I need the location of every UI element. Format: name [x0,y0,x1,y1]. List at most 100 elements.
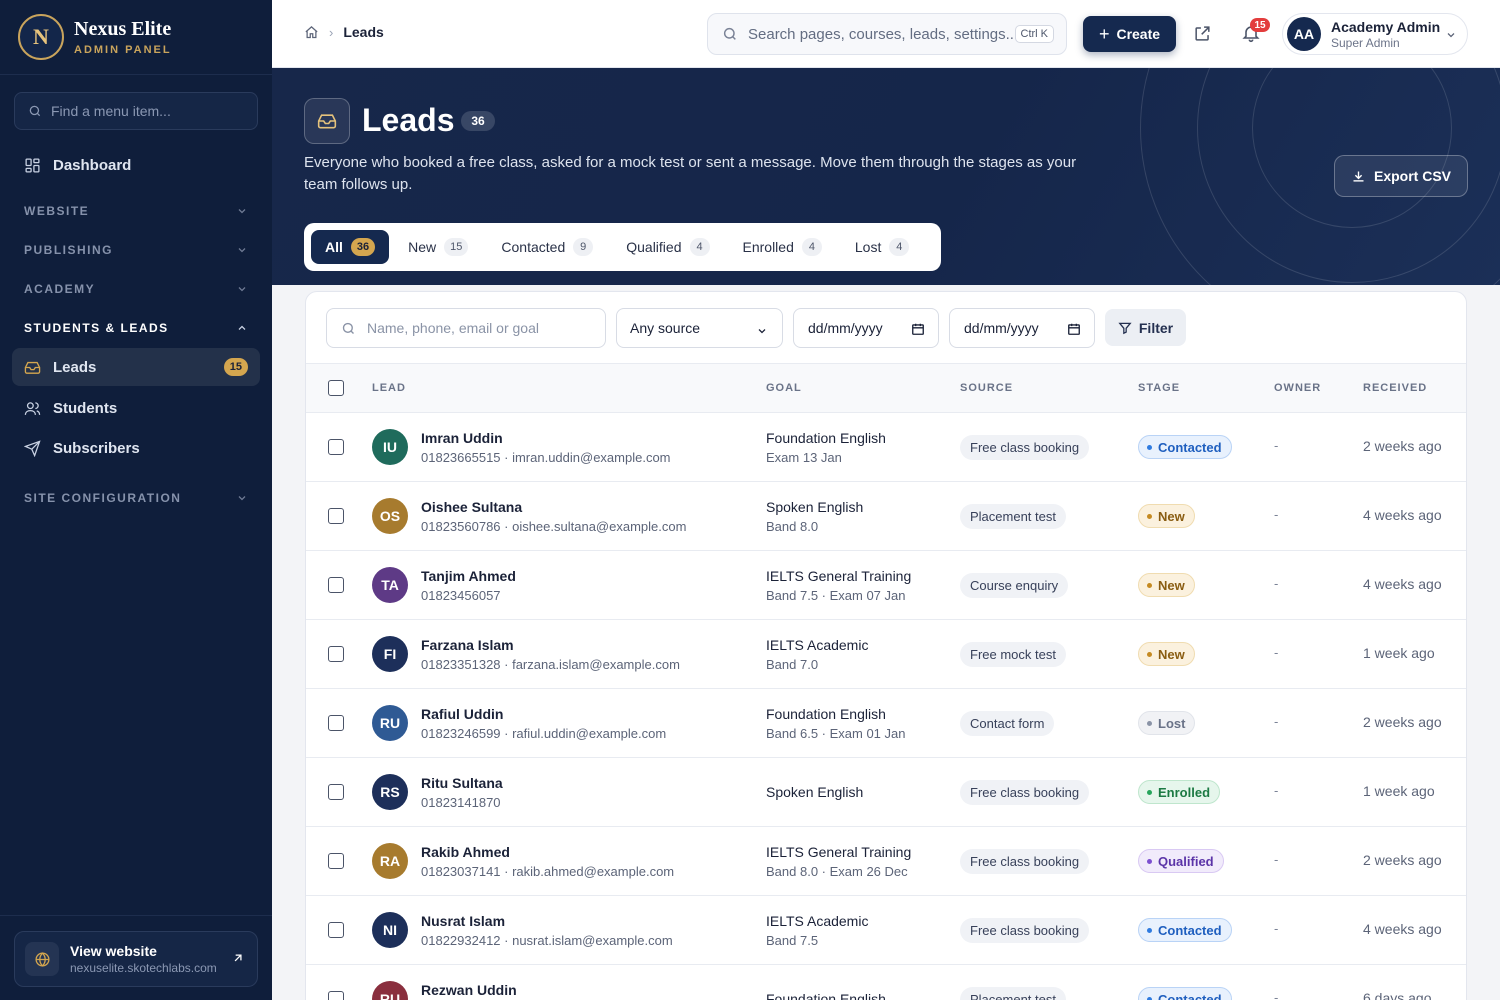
select-all-checkbox[interactable] [328,380,344,396]
inbox-icon [24,361,41,374]
sidebar-section-publishing[interactable]: PUBLISHING [24,240,248,260]
export-csv-button[interactable]: Export CSV [1334,155,1468,197]
table-row[interactable]: FI Farzana Islam 01823351328 · farzana.isl… [306,620,1466,689]
tab-enrolled[interactable]: Enrolled 4 [729,230,836,264]
date-from-input[interactable]: dd/mm/yyyy [793,308,939,348]
tab-contacted[interactable]: Contacted 9 [487,230,607,264]
row-checkbox[interactable] [328,439,344,455]
table-row[interactable]: RU Rafiul Uddin 01823246599 · rafiul.uddin… [306,689,1466,758]
stage-dot [1147,444,1152,450]
tab-label: New [408,239,437,255]
row-checkbox[interactable] [328,991,344,1000]
stage-badge[interactable]: Qualified [1138,849,1224,873]
table-row[interactable]: RS Ritu Sultana 01823141870 Spoken English F… [306,758,1466,827]
sidebar-section-students-leads[interactable]: STUDENTS & LEADS [24,318,248,338]
lead-name[interactable]: Rezwan Uddin [421,982,517,998]
filter-button[interactable]: Filter [1105,309,1186,346]
lead-contact: 01823246599 · rafiul.uddin@example.com [421,726,667,741]
stage-badge[interactable]: New [1138,642,1195,666]
stage-badge[interactable]: Contacted [1138,987,1232,1000]
lead-name[interactable]: Imran Uddin [421,430,503,446]
row-checkbox[interactable] [328,715,344,731]
tab-all[interactable]: All 36 [311,230,390,264]
stage-badge[interactable]: New [1138,573,1195,597]
tab-lost[interactable]: Lost 4 [841,230,923,264]
sidebar-item-subscribers[interactable]: Subscribers [12,429,260,467]
owner-value: - [1274,783,1279,798]
stage-label: New [1158,646,1185,662]
column-header-source[interactable]: SOURCE [960,382,1013,394]
row-checkbox[interactable] [328,922,344,938]
lead-name[interactable]: Rafiul Uddin [421,706,503,722]
sidebar-item-dashboard[interactable]: Dashboard [12,146,260,184]
tab-qualified[interactable]: Qualified 4 [612,230,723,264]
stage-dot [1147,720,1152,726]
tab-new[interactable]: New 15 [394,230,482,264]
lead-goal: Foundation English [766,430,886,446]
global-search-input[interactable]: Search pages, courses, leads, settings..… [707,13,1067,55]
table-row[interactable]: IU Imran Uddin 01823665515 · imran.uddin@e… [306,413,1466,482]
lead-name[interactable]: Farzana Islam [421,637,514,653]
arrow-up-right-icon [234,954,242,962]
column-header-stage[interactable]: STAGE [1138,382,1180,394]
filter-label: Filter [1138,319,1174,336]
external-link-icon[interactable] [1193,24,1212,43]
column-header-goal[interactable]: GOAL [766,382,802,394]
table-row[interactable]: RA Rakib Ahmed 01823037141 · rakib.ahmed@e… [306,827,1466,896]
sidebar-section-site-configuration[interactable]: SITE CONFIGURATION [24,488,248,508]
stage-badge[interactable]: Contacted [1138,435,1232,459]
table-row[interactable]: TA Tanjim Ahmed 01823456057 IELTS General T… [306,551,1466,620]
lead-name[interactable]: Oishee Sultana [421,499,522,515]
sidebar-section-academy[interactable]: ACADEMY [24,279,248,299]
stage-badge[interactable]: Enrolled [1138,780,1221,804]
lead-name[interactable]: Nusrat Islam [421,913,505,929]
sidebar-section-website[interactable]: WEBSITE [24,201,248,221]
user-menu[interactable]: AA Academy Admin Super Admin [1282,13,1468,55]
table-row[interactable]: NI Nusrat Islam 01822932412 · nusrat.islam… [306,896,1466,965]
table-row[interactable]: OS Oishee Sultana 01823560786 · oishee.sul… [306,482,1466,551]
stage-badge[interactable]: Lost [1138,711,1196,735]
home-icon[interactable] [304,25,319,40]
row-checkbox[interactable] [328,784,344,800]
received-time: 4 weeks ago [1363,921,1442,937]
leads-count-badge: 15 [223,358,248,376]
calendar-icon[interactable] [1067,322,1081,336]
create-button[interactable]: + Create [1083,16,1176,52]
row-checkbox[interactable] [328,853,344,869]
date-to-input[interactable]: dd/mm/yyyy [949,308,1095,348]
stage-dot [1147,996,1152,1000]
column-header-received[interactable]: RECEIVED [1363,382,1427,394]
tab-label: Qualified [626,239,682,255]
stage-badge[interactable]: Contacted [1138,918,1232,942]
avatar: RU [372,705,408,741]
lead-goal: Spoken English [766,499,864,515]
section-label: WEBSITE [24,204,90,218]
sidebar-item-students[interactable]: Students [12,389,260,427]
lead-goal: Spoken English [766,784,864,800]
brand[interactable]: N Nexus Elite ADMIN PANEL [0,0,272,75]
lead-name[interactable]: Ritu Sultana [421,775,503,791]
stage-label: New [1158,508,1185,524]
lead-goal-detail: Band 8.0 · Exam 26 Dec [766,864,908,879]
table-row[interactable]: RU Rezwan Uddin Foundation English Placemen… [306,965,1466,1000]
calendar-icon[interactable] [911,322,925,336]
column-header-owner[interactable]: OWNER [1274,382,1321,394]
row-checkbox[interactable] [328,646,344,662]
sidebar-search-input[interactable]: Find a menu item... [14,92,258,130]
view-website-link[interactable]: View website nexuselite.skotechlabs.com [14,931,258,987]
lead-name[interactable]: Tanjim Ahmed [421,568,516,584]
brand-logo: N [18,14,64,60]
lead-name[interactable]: Rakib Ahmed [421,844,510,860]
row-checkbox[interactable] [328,508,344,524]
filter-icon [1118,322,1132,334]
lead-goal-detail: Band 7.0 [766,657,819,672]
source-select[interactable]: Any source [616,308,783,348]
sidebar-item-leads[interactable]: Leads 15 [12,348,260,386]
lead-search-input[interactable]: Name, phone, email or goal [326,308,606,348]
column-header-lead[interactable]: LEAD [372,382,406,394]
stage-badge[interactable]: New [1138,504,1195,528]
avatar: IU [372,429,408,465]
stage-dot [1147,858,1152,864]
row-checkbox[interactable] [328,577,344,593]
source-badge: Course enquiry [960,573,1069,598]
